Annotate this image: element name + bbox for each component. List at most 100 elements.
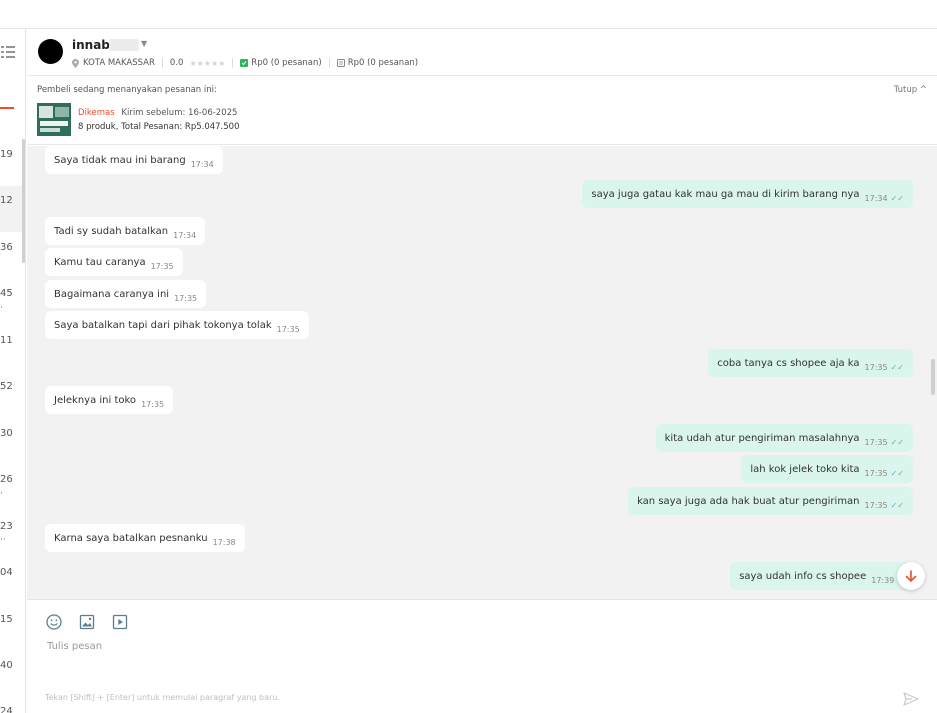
- order-banner: Pembeli sedang menanyakan pesanan ini: T…: [27, 77, 937, 145]
- message-bubble-outgoing[interactable]: kita udah atur pengiriman masalahnya 17:…: [655, 424, 913, 452]
- buyer-meta: KOTA MAKASSAR 0.0 ★★★★★ Rp0 (0 pesanan) …: [72, 57, 418, 69]
- message-time: 17:35: [141, 400, 165, 409]
- message-text: Kamu tau caranya: [54, 256, 146, 268]
- message-bubble-incoming[interactable]: Kamu tau caranya 17:35: [45, 248, 183, 276]
- shop-bag-icon: [240, 59, 249, 67]
- close-banner-label: Tutup: [893, 85, 918, 95]
- message-bubble-incoming[interactable]: Saya tidak mau ini barang 17:34: [45, 146, 223, 174]
- divider: [328, 58, 330, 68]
- scroll-down-button[interactable]: [897, 562, 925, 590]
- stat-orders: Rp0 (0 pesanan): [347, 58, 419, 68]
- message-bubble-outgoing[interactable]: coba tanya cs shopee aja ka 17:35 ✓✓: [708, 349, 913, 377]
- order-status-line: Dikemas Kirim sebelum: 16-06-2025: [78, 108, 237, 118]
- order-banner-label: Pembeli sedang menanyakan pesanan ini:: [37, 85, 217, 95]
- chat-window: 19 12 36 45 · 11 52 30 26 · 23 ·· 04 15 …: [0, 0, 937, 713]
- message-text: Bagaimana caranya ini: [54, 288, 170, 300]
- conversation-time[interactable]: 04: [0, 567, 13, 578]
- conversation-time[interactable]: 26: [0, 474, 13, 485]
- conversation-time[interactable]: 15: [0, 614, 13, 625]
- message-text: Tadi sy sudah batalkan: [54, 225, 169, 237]
- read-check-icon: ✓✓: [890, 363, 904, 372]
- buyer-name[interactable]: innab: [72, 38, 110, 52]
- divider: [161, 58, 163, 68]
- video-icon[interactable]: [112, 614, 128, 630]
- top-bar: [0, 0, 937, 29]
- message-bubble-outgoing[interactable]: lah kok jelek toko kita 17:35 ✓✓: [741, 455, 913, 483]
- message-text: Saya tidak mau ini barang: [54, 154, 186, 166]
- message-text: kita udah atur pengiriman masalahnya: [664, 432, 860, 444]
- read-check-icon: ✓✓: [890, 438, 904, 447]
- close-banner-button[interactable]: Tutup ^: [894, 85, 927, 95]
- stat-completed: Rp0 (0 pesanan): [251, 58, 322, 68]
- message-time: 17:34: [173, 231, 197, 240]
- redacted-name: [109, 39, 139, 51]
- message-time: 17:35: [864, 501, 888, 510]
- order-status: Dikemas: [78, 108, 115, 118]
- ship-by-date: Kirim sebelum: 16-06-2025: [121, 108, 238, 118]
- message-text: saya udah info cs shopee: [739, 570, 867, 582]
- order-summary: 8 produk, Total Pesanan: Rp5.047.500: [78, 122, 240, 132]
- active-conversation-row[interactable]: [0, 186, 22, 232]
- message-text: Saya batalkan tapi dari pihak tokonya to…: [54, 319, 272, 331]
- message-time: 17:34: [190, 160, 214, 169]
- receipt-icon: [336, 59, 345, 67]
- conversation-list: 19 12 36 45 · 11 52 30 26 · 23 ·· 04 15 …: [0, 29, 26, 713]
- conversation-time[interactable]: 52: [0, 381, 13, 392]
- message-bubble-incoming[interactable]: Karna saya batalkan pesnanku 17:38: [45, 524, 245, 552]
- avatar[interactable]: [38, 39, 63, 64]
- conversation-time[interactable]: 30: [0, 428, 13, 439]
- conversation-scrollbar[interactable]: [22, 139, 25, 263]
- conversation-time[interactable]: 24: [0, 706, 13, 713]
- message-text: Jeleknya ini toko: [54, 394, 137, 406]
- message-time: 17:34: [864, 194, 888, 203]
- message-time: 17:35: [174, 294, 198, 303]
- message-composer: Tulis pesan Tekan [Shift] + [Enter] untu…: [27, 599, 937, 713]
- conversation-dot: ·: [0, 489, 3, 499]
- message-text: Karna saya batalkan pesnanku: [54, 532, 208, 544]
- image-icon[interactable]: [79, 614, 95, 630]
- message-bubble-incoming[interactable]: Tadi sy sudah batalkan 17:34: [45, 217, 206, 245]
- conversation-time[interactable]: 40: [0, 660, 13, 671]
- chevron-up-icon: ^: [919, 85, 927, 95]
- message-bubble-outgoing[interactable]: saya juga gatau kak mau ga mau di kirim …: [582, 180, 913, 208]
- message-list[interactable]: Saya tidak mau ini barang 17:34 saya jug…: [27, 146, 937, 599]
- composer-hint: Tekan [Shift] + [Enter] untuk memulai pa…: [45, 693, 280, 702]
- conversation-time[interactable]: 11: [0, 335, 13, 346]
- conversation-time[interactable]: 23: [0, 521, 13, 532]
- buyer-rating: 0.0: [169, 58, 184, 68]
- message-bubble-incoming[interactable]: Saya batalkan tapi dari pihak tokonya to…: [45, 311, 309, 339]
- message-text: coba tanya cs shopee aja ka: [717, 357, 860, 369]
- star-icon: ★★★★★: [189, 58, 226, 68]
- message-time: 17:38: [212, 538, 236, 547]
- message-bubble-incoming[interactable]: Bagaimana caranya ini 17:35: [45, 280, 207, 308]
- divider: [232, 58, 234, 68]
- conversation-time[interactable]: 12: [0, 195, 13, 206]
- message-scrollbar[interactable]: [931, 359, 935, 395]
- product-thumbnail[interactable]: [37, 103, 71, 136]
- conversation-time[interactable]: 45: [0, 288, 13, 299]
- caret-down-icon[interactable]: ▼: [141, 39, 147, 48]
- chat-header: innab ▼ KOTA MAKASSAR 0.0 ★★★★★ Rp0 (0 p…: [27, 29, 937, 76]
- conversation-time[interactable]: 19: [0, 149, 13, 160]
- read-check-icon: ✓✓: [890, 501, 904, 510]
- message-time: 17:35: [864, 438, 888, 447]
- message-text: saya juga gatau kak mau ga mau di kirim …: [591, 188, 860, 200]
- message-text: kan saya juga ada hak buat atur pengirim…: [637, 495, 860, 507]
- read-check-icon: ✓✓: [890, 469, 904, 478]
- emoji-icon[interactable]: [46, 614, 62, 630]
- message-time: 17:35: [864, 363, 888, 372]
- read-check-icon: ✓✓: [890, 194, 904, 203]
- message-time: 17:35: [864, 469, 888, 478]
- send-icon[interactable]: [903, 692, 919, 706]
- message-time: 17:35: [150, 262, 174, 271]
- message-input[interactable]: Tulis pesan: [47, 641, 102, 652]
- message-bubble-outgoing[interactable]: kan saya juga ada hak buat atur pengirim…: [628, 487, 913, 515]
- filter-list-icon[interactable]: [0, 45, 16, 59]
- conversation-time[interactable]: 36: [0, 242, 13, 253]
- message-bubble-incoming[interactable]: Jeleknya ini toko 17:35: [45, 386, 174, 414]
- active-tab-indicator: [0, 107, 14, 109]
- message-bubble-outgoing[interactable]: saya udah info cs shopee 17:39 ✓: [730, 562, 913, 590]
- buyer-location: KOTA MAKASSAR: [83, 58, 155, 68]
- message-time: 17:35: [276, 325, 300, 334]
- conversation-dot: ··: [0, 535, 6, 545]
